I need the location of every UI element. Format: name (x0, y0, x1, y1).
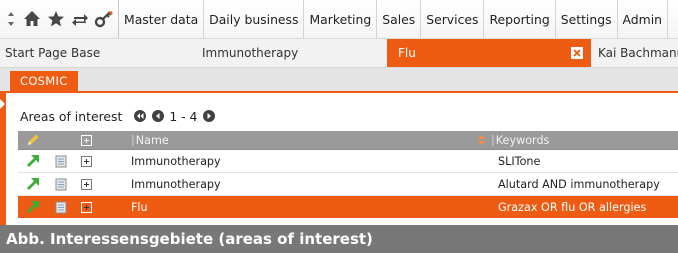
tab-immunotherapy[interactable]: Immunotherapy (202, 39, 298, 67)
table-row[interactable]: Immunotherapy Alutard AND immunotherapy (18, 173, 678, 196)
tab-flu-active[interactable]: Flu (387, 39, 591, 67)
tab-kai-bachmann[interactable]: Kai Bachmann (598, 39, 678, 67)
expand-row-icon[interactable] (81, 150, 95, 172)
figure-caption: Abb. Interessensgebiete (areas of intere… (0, 225, 678, 253)
menu-reporting[interactable]: Reporting (483, 0, 554, 38)
page-range: 1 - 4 (169, 108, 198, 124)
menu-admin[interactable]: Admin (616, 0, 669, 38)
menu-master-data[interactable]: Master data (118, 0, 203, 38)
row-keywords: Alutard AND immunotherapy (498, 177, 660, 191)
row-name: Immunotherapy (131, 177, 221, 191)
menu-daily-business[interactable]: Daily business (203, 0, 303, 38)
row-name: Flu (131, 200, 148, 214)
table-row-selected[interactable]: Flu Grazax OR flu OR allergies (18, 196, 678, 218)
tab-start-page-base[interactable]: Start Page Base (5, 39, 100, 67)
document-icon[interactable] (55, 196, 69, 218)
home-icon[interactable] (20, 0, 44, 38)
pencil-icon[interactable] (26, 131, 42, 149)
subtab-cosmic[interactable]: COSMIC (10, 71, 78, 91)
table-row[interactable]: Immunotherapy SLITone (18, 150, 678, 173)
open-arrow-icon[interactable] (26, 196, 42, 218)
refresh-icon[interactable] (68, 0, 92, 38)
expand-row-icon[interactable] (81, 196, 95, 218)
open-arrow-icon[interactable] (26, 150, 42, 172)
areas-table: | Name | Keywords Immunotherapy SLITone Im… (18, 131, 678, 218)
star-icon[interactable] (44, 0, 68, 38)
sub-tab-bar: COSMIC (0, 68, 678, 93)
sort-arrows-icon[interactable] (478, 131, 485, 149)
next-page-icon[interactable] (203, 110, 216, 122)
prev-page-icon[interactable] (152, 110, 165, 122)
table-header-row: | Name | Keywords (18, 131, 678, 150)
column-header-name[interactable]: | Name (131, 131, 169, 149)
section-title: Areas of interest (20, 108, 123, 124)
expand-arrow-icon (0, 99, 5, 109)
open-arrow-icon[interactable] (26, 173, 42, 195)
expand-all-icon[interactable] (81, 131, 95, 149)
menu-services[interactable]: Services (420, 0, 483, 38)
row-name: Immunotherapy (131, 154, 221, 168)
first-page-icon[interactable] (134, 110, 147, 122)
menu-sales[interactable]: Sales (376, 0, 420, 38)
tab-flu-label: Flu (398, 46, 416, 60)
row-keywords: Grazax OR flu OR allergies (498, 200, 647, 214)
key-icon[interactable] (92, 0, 116, 38)
close-icon[interactable] (571, 47, 583, 59)
document-icon[interactable] (55, 150, 69, 172)
main-menu-bar: Master data Daily business Marketing Sal… (0, 0, 678, 39)
expand-row-icon[interactable] (81, 173, 95, 195)
areas-of-interest-header: Areas of interest 1 - 4 (20, 107, 216, 125)
row-keywords: SLITone (498, 154, 541, 168)
updown-arrows-icon[interactable] (0, 0, 20, 38)
column-header-keywords[interactable]: | Keywords (491, 131, 549, 149)
menu-settings[interactable]: Settings (554, 0, 617, 38)
menu-marketing[interactable]: Marketing (303, 0, 376, 38)
document-icon[interactable] (55, 173, 69, 195)
tab-strip: Start Page Base Immunotherapy Flu Kai Ba… (0, 39, 678, 68)
